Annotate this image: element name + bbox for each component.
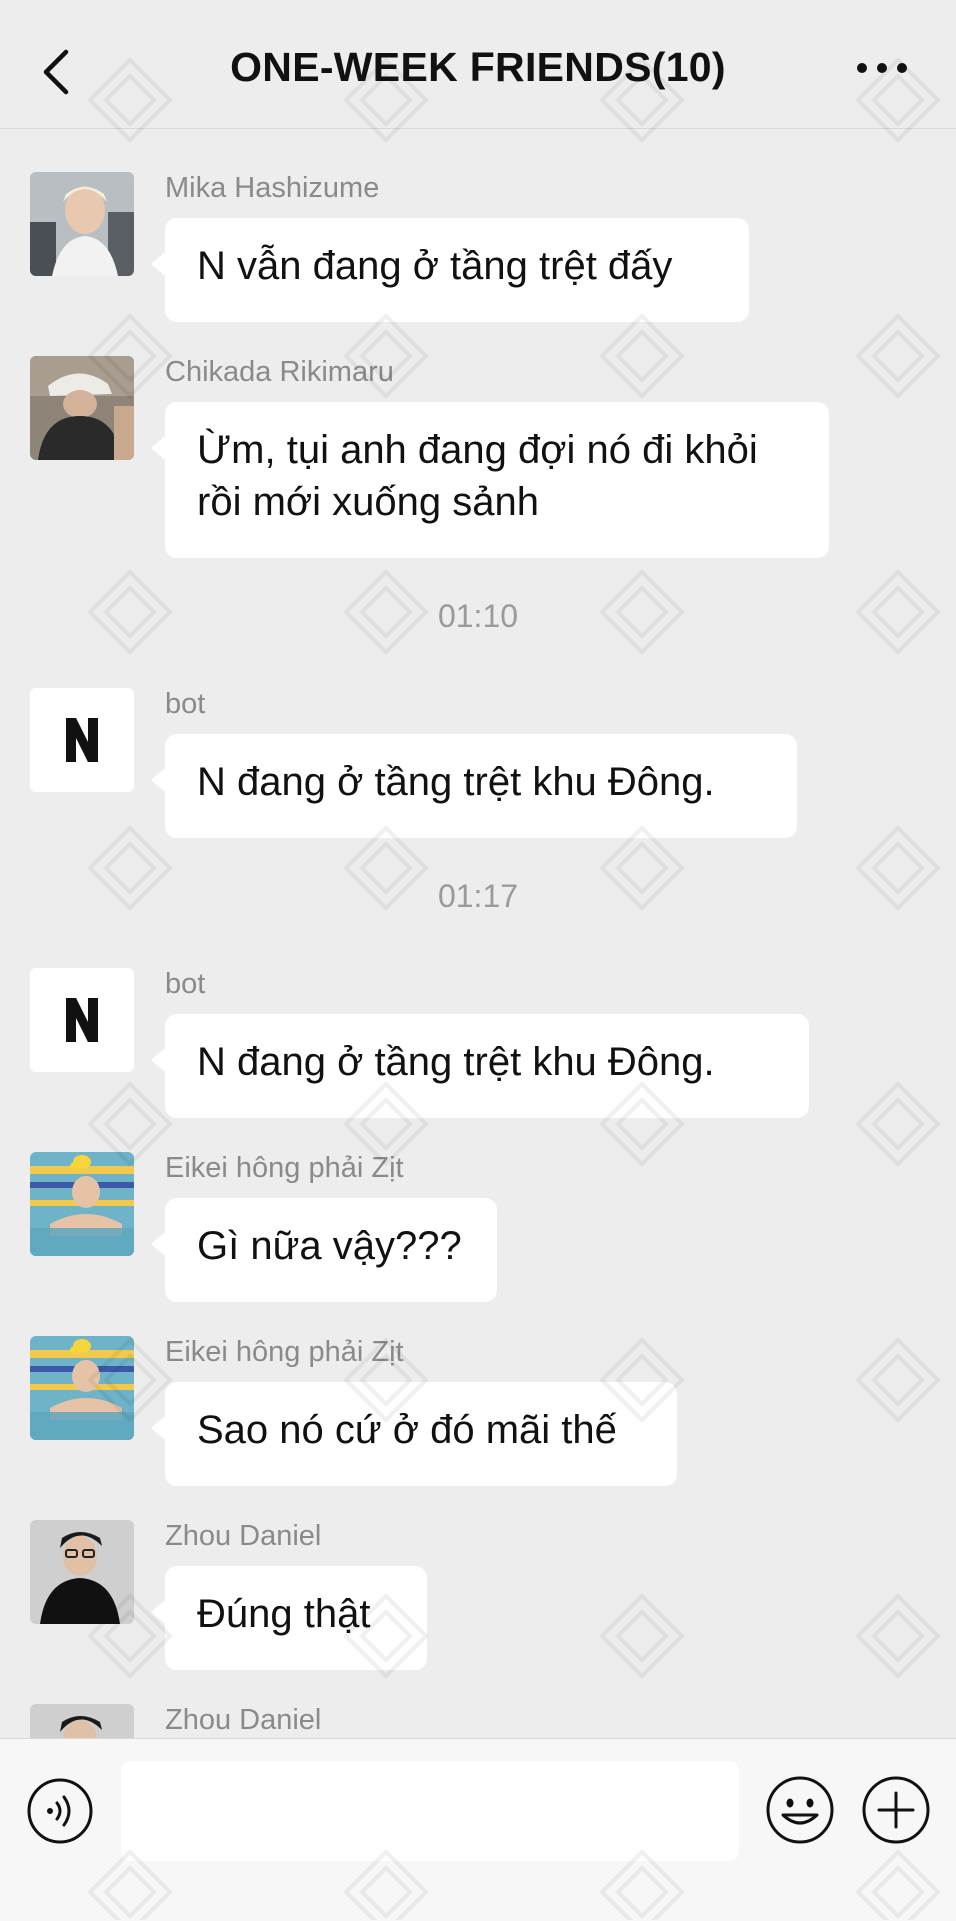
message-bubble[interactable]: Sao nó cứ ở đó mãi thế	[151, 1382, 677, 1486]
more-button[interactable]	[852, 56, 912, 80]
plus-button[interactable]	[861, 1775, 931, 1845]
plus-icon	[862, 1776, 930, 1844]
avatar[interactable]	[30, 688, 134, 792]
message-text: Ừm, tụi anh đang đợi nó đi khỏi rồi mới …	[197, 428, 758, 524]
message-input[interactable]	[121, 1761, 739, 1861]
message-bubble[interactable]: Gì nữa vậy???	[151, 1198, 497, 1302]
message-bubble[interactable]: Đúng thật	[151, 1566, 427, 1670]
sender-name: bot	[165, 968, 206, 1000]
timestamp: 01:17	[437, 878, 519, 914]
message-text: Gì nữa vậy???	[197, 1224, 462, 1268]
smiley-icon	[766, 1776, 834, 1844]
message-bubble[interactable]: N đang ở tầng trệt khu Đông.	[151, 734, 797, 838]
message-text: N vẫn đang ở tầng trệt đấy	[197, 244, 673, 288]
avatar[interactable]	[30, 968, 134, 1072]
voice-button[interactable]	[26, 1777, 94, 1845]
chat-title: ONE-WEEK FRIENDS(10)	[230, 44, 726, 90]
message-bubble[interactable]: N đang ở tầng trệt khu Đông.	[151, 1014, 809, 1118]
voice-icon	[27, 1778, 93, 1844]
message-text: N đang ở tầng trệt khu Đông.	[197, 1040, 715, 1084]
avatar[interactable]	[30, 1704, 134, 1738]
sender-name: Mika Hashizume	[165, 172, 380, 204]
message-bubble[interactable]: Ừm, tụi anh đang đợi nó đi khỏi rồi mới …	[151, 402, 829, 558]
message-text: Sao nó cứ ở đó mãi thế	[197, 1408, 617, 1452]
sender-name: Chikada Rikimaru	[165, 356, 394, 388]
bot-logo-icon	[30, 688, 134, 792]
avatar[interactable]	[30, 1152, 134, 1256]
message-text: N đang ở tầng trệt khu Đông.	[197, 760, 715, 804]
emoji-button[interactable]	[765, 1775, 835, 1845]
message-text: Đúng thật	[197, 1592, 371, 1636]
bot-logo-icon	[30, 968, 134, 1072]
avatar[interactable]	[30, 356, 134, 460]
input-bar	[0, 1738, 956, 1921]
sender-name: bot	[165, 688, 206, 720]
avatar[interactable]	[30, 172, 134, 276]
sender-name: Eikei hông phải Zịt	[165, 1336, 404, 1368]
chat-header: ONE-WEEK FRIENDS(10)	[0, 0, 956, 129]
avatar[interactable]	[30, 1336, 134, 1440]
message-list[interactable]: Mika Hashizume N vẫn đang ở tầng trệt đấ…	[0, 130, 956, 1738]
sender-name: Eikei hông phải Zịt	[165, 1152, 404, 1184]
avatar[interactable]	[30, 1520, 134, 1624]
ellipsis-icon	[857, 63, 907, 73]
message-bubble[interactable]: N vẫn đang ở tầng trệt đấy	[151, 218, 749, 322]
sender-name: Zhou Daniel	[165, 1704, 322, 1736]
sender-name: Zhou Daniel	[165, 1520, 322, 1552]
timestamp: 01:10	[437, 598, 519, 634]
